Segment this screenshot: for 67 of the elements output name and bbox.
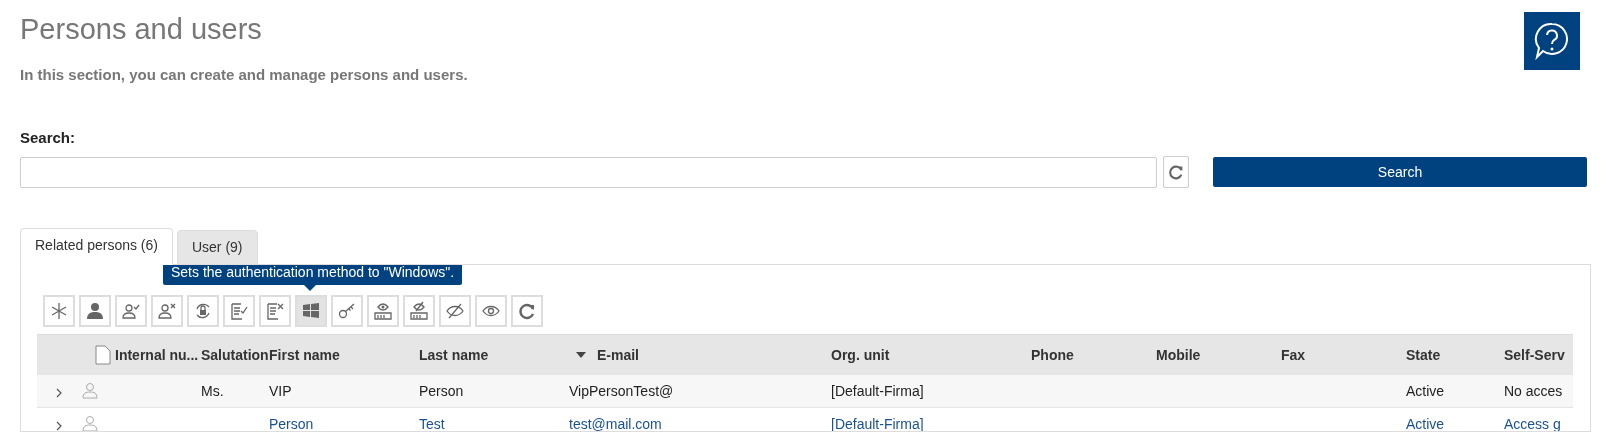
toolbar-button[interactable] [187,295,219,327]
column-header[interactable]: E-mail [597,347,639,363]
key-icon [337,301,357,321]
table-cell: Active [1406,383,1445,399]
toolbar-button[interactable] [79,295,111,327]
list-cross-icon [265,301,285,321]
toolbar-button[interactable] [439,295,471,327]
table-cell: VipPersonTest@ [569,383,674,399]
person-cross-icon [157,301,177,321]
search-button[interactable]: Search [1213,157,1587,187]
column-header[interactable]: Phone [1031,347,1074,363]
search-field[interactable] [20,156,1157,188]
table-cell: [Default-Firma] [831,383,924,399]
list-check-icon [229,301,249,321]
table-cell: Ms. [201,383,224,399]
table-cell: Test [419,416,445,431]
reset-button[interactable] [1163,156,1189,188]
table-cell: Active [1406,416,1445,431]
refresh-icon [1167,163,1185,181]
person-check-icon [121,301,141,321]
tab[interactable]: Related persons (6) [20,228,173,265]
column-header[interactable]: Salutation [201,347,269,363]
toolbar-button[interactable] [331,295,363,327]
help-icon [1533,21,1571,61]
card-eye-icon [373,301,393,321]
toolbar-button[interactable] [223,295,255,327]
toolbar-button[interactable] [403,295,435,327]
toolbar-button[interactable] [511,295,543,327]
table-cell: test@mail.com [569,416,662,431]
document-icon [95,345,111,365]
table-cell: [Default-Firma] [831,416,924,431]
asterisk-icon [49,301,69,321]
table-cell: Access g [1504,416,1561,431]
table-cell: Person [419,383,464,399]
page-title: Persons and users [20,12,262,46]
card-eye-slash-icon [409,301,429,321]
tooltip: Sets the authentication method to "Windows". [163,265,463,291]
column-header[interactable]: Mobile [1156,347,1201,363]
column-header[interactable]: Self-Serv [1504,347,1565,363]
search-label: Search: [20,129,77,146]
toolbar-button[interactable] [115,295,147,327]
table-cell: Person [269,416,314,431]
column-header[interactable]: Last name [419,347,489,363]
eye-slash-icon [445,301,465,321]
toolbar-button[interactable] [151,295,183,327]
column-header[interactable]: Fax [1281,347,1306,363]
toolbar-button[interactable] [259,295,291,327]
help-button[interactable] [1524,12,1580,70]
toolbar-button[interactable] [367,295,399,327]
toolbar-button[interactable] [295,295,327,327]
column-header[interactable]: First name [269,347,340,363]
column-header[interactable]: Org. unit [831,347,890,363]
table-cell: VIP [269,383,292,399]
tab[interactable]: User (9) [176,230,258,265]
windows-icon [301,301,321,321]
table-cell: No acces [1504,383,1563,399]
refresh-icon [517,301,537,321]
person-icon [81,380,99,399]
column-header[interactable]: Internal nu... [115,347,199,363]
person-icon [85,301,105,321]
column-header[interactable]: State [1406,347,1441,363]
toolbar-button[interactable] [43,295,75,327]
person-icon [81,413,99,431]
chevron-icon[interactable] [55,387,63,398]
page-description: In this section, you can create and manage persons and users. [20,66,469,83]
chevron-icon[interactable] [55,420,63,431]
toolbar-button[interactable] [475,295,507,327]
